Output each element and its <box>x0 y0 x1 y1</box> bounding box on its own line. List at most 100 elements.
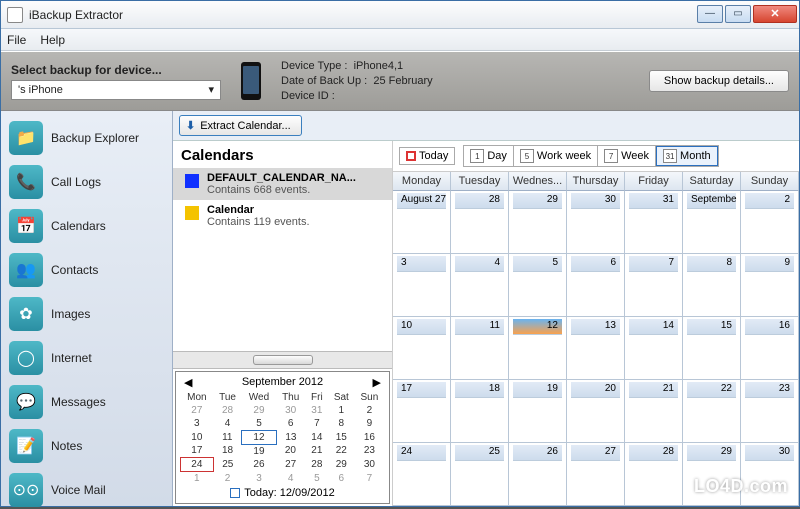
maximize-button[interactable]: ▭ <box>725 5 751 23</box>
today-button[interactable]: Today <box>399 147 455 165</box>
month-cell[interactable]: 24 <box>393 443 451 505</box>
month-cell[interactable]: 25 <box>451 443 509 505</box>
month-cell[interactable]: 10 <box>393 317 451 379</box>
month-cell[interactable]: 7 <box>625 254 683 316</box>
sidebar-item-contacts[interactable]: 👥Contacts <box>7 251 166 289</box>
mini-cal-day[interactable]: 4 <box>213 417 242 431</box>
mini-cal-day[interactable]: 14 <box>305 430 328 444</box>
extract-calendar-button[interactable]: ⬇ Extract Calendar... <box>179 115 302 136</box>
mini-cal-day[interactable]: 2 <box>354 404 384 417</box>
month-cell[interactable]: 29 <box>509 191 567 253</box>
month-cell[interactable]: 14 <box>625 317 683 379</box>
month-cell[interactable]: Septembe <box>683 191 741 253</box>
calendar-list-item[interactable]: CalendarContains 119 events. <box>173 200 392 232</box>
month-cell[interactable]: 3 <box>393 254 451 316</box>
mini-cal-day[interactable]: 7 <box>354 472 384 486</box>
month-cell[interactable]: August 27 <box>393 191 451 253</box>
month-cell[interactable]: 23 <box>741 380 799 442</box>
month-cell[interactable]: 13 <box>567 317 625 379</box>
mini-cal-day[interactable]: 11 <box>213 430 242 444</box>
month-cell[interactable]: 30 <box>567 191 625 253</box>
mini-cal-day[interactable]: 4 <box>276 472 305 486</box>
sidebar-item-call-logs[interactable]: 📞Call Logs <box>7 163 166 201</box>
sidebar-item-notes[interactable]: 📝Notes <box>7 427 166 465</box>
mini-cal-day[interactable]: 16 <box>354 430 384 444</box>
mini-cal-day[interactable]: 27 <box>276 458 305 472</box>
mini-cal-day[interactable]: 30 <box>276 404 305 417</box>
mini-cal-day[interactable]: 12 <box>242 430 276 444</box>
calendar-list-item[interactable]: DEFAULT_CALENDAR_NA...Contains 668 event… <box>173 168 392 200</box>
month-cell[interactable]: 26 <box>509 443 567 505</box>
mini-cal-day[interactable]: 27 <box>181 404 214 417</box>
month-cell[interactable]: 28 <box>625 443 683 505</box>
mini-cal-day[interactable]: 19 <box>242 444 276 458</box>
month-cell[interactable]: 11 <box>451 317 509 379</box>
menu-help[interactable]: Help <box>40 33 65 47</box>
mini-cal-day[interactable]: 5 <box>305 472 328 486</box>
sidebar-item-images[interactable]: ✿Images <box>7 295 166 333</box>
mini-cal-day[interactable]: 3 <box>242 472 276 486</box>
month-cell[interactable]: 15 <box>683 317 741 379</box>
view-day-button[interactable]: 1Day <box>464 146 514 166</box>
horizontal-scrollbar[interactable] <box>173 351 392 369</box>
next-month-button[interactable]: ▶ <box>373 376 381 389</box>
mini-cal-day[interactable]: 23 <box>354 444 384 458</box>
mini-cal-day[interactable]: 1 <box>328 404 354 417</box>
mini-cal-day[interactable]: 28 <box>305 458 328 472</box>
sidebar-item-internet[interactable]: ◯Internet <box>7 339 166 377</box>
menu-file[interactable]: File <box>7 33 26 47</box>
mini-cal-day[interactable]: 9 <box>354 417 384 431</box>
month-cell[interactable]: 4 <box>451 254 509 316</box>
close-button[interactable]: ✕ <box>753 5 797 23</box>
mini-cal-day[interactable]: 24 <box>181 458 214 472</box>
month-cell[interactable]: 5 <box>509 254 567 316</box>
month-cell[interactable]: 16 <box>741 317 799 379</box>
mini-cal-day[interactable]: 8 <box>328 417 354 431</box>
mini-cal-day[interactable]: 1 <box>181 472 214 486</box>
mini-calendar[interactable]: ◀ September 2012 ▶ MonTueWedThuFriSatSun… <box>175 371 390 505</box>
mini-cal-day[interactable]: 31 <box>305 404 328 417</box>
mini-cal-day[interactable]: 2 <box>213 472 242 486</box>
month-cell[interactable]: 8 <box>683 254 741 316</box>
month-cell[interactable]: 28 <box>451 191 509 253</box>
mini-cal-day[interactable]: 6 <box>276 417 305 431</box>
mini-cal-day[interactable]: 29 <box>242 404 276 417</box>
month-cell[interactable]: 31 <box>625 191 683 253</box>
mini-cal-day[interactable]: 13 <box>276 430 305 444</box>
mini-cal-day[interactable]: 21 <box>305 444 328 458</box>
view-week-button[interactable]: 7Week <box>598 146 656 166</box>
mini-cal-day[interactable]: 3 <box>181 417 214 431</box>
month-cell[interactable]: 20 <box>567 380 625 442</box>
view-month-button[interactable]: 31Month <box>656 146 718 166</box>
month-cell[interactable]: 9 <box>741 254 799 316</box>
month-cell[interactable]: 21 <box>625 380 683 442</box>
mini-cal-day[interactable]: 28 <box>213 404 242 417</box>
mini-cal-day[interactable]: 15 <box>328 430 354 444</box>
sidebar-item-voice-mail[interactable]: ⊙⊙Voice Mail <box>7 471 166 509</box>
mini-cal-day[interactable]: 26 <box>242 458 276 472</box>
month-cell[interactable]: 12 <box>509 317 567 379</box>
mini-cal-day[interactable]: 20 <box>276 444 305 458</box>
mini-cal-day[interactable]: 30 <box>354 458 384 472</box>
prev-month-button[interactable]: ◀ <box>184 376 192 389</box>
view-workweek-button[interactable]: 5Work week <box>514 146 598 166</box>
mini-cal-day[interactable]: 22 <box>328 444 354 458</box>
minimize-button[interactable]: — <box>697 5 723 23</box>
month-cell[interactable]: 2 <box>741 191 799 253</box>
month-cell[interactable]: 27 <box>567 443 625 505</box>
mini-cal-day[interactable]: 29 <box>328 458 354 472</box>
mini-cal-day[interactable]: 7 <box>305 417 328 431</box>
sidebar-item-backup-explorer[interactable]: 📁Backup Explorer <box>7 119 166 157</box>
mini-cal-day[interactable]: 10 <box>181 430 214 444</box>
month-cell[interactable]: 19 <box>509 380 567 442</box>
month-cell[interactable]: 17 <box>393 380 451 442</box>
sidebar-item-calendars[interactable]: 📅Calendars <box>7 207 166 245</box>
mini-cal-day[interactable]: 18 <box>213 444 242 458</box>
mini-cal-day[interactable]: 17 <box>181 444 214 458</box>
month-cell[interactable]: 22 <box>683 380 741 442</box>
scroll-thumb[interactable] <box>253 355 313 365</box>
mini-cal-day[interactable]: 25 <box>213 458 242 472</box>
mini-cal-day[interactable]: 5 <box>242 417 276 431</box>
month-cell[interactable]: 18 <box>451 380 509 442</box>
month-cell[interactable]: 6 <box>567 254 625 316</box>
